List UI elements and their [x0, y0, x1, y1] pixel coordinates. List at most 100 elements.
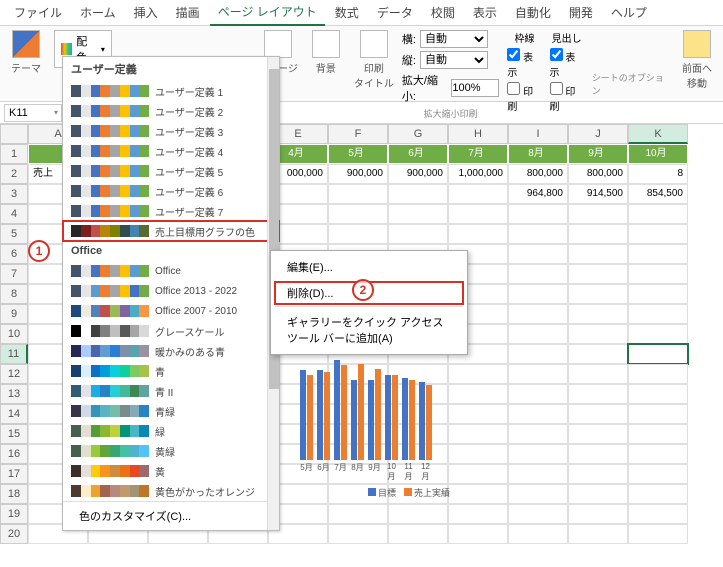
- cell[interactable]: [568, 444, 628, 464]
- background-group[interactable]: 背景: [306, 30, 346, 75]
- cell[interactable]: [568, 424, 628, 444]
- cell[interactable]: [628, 204, 688, 224]
- cell[interactable]: [568, 484, 628, 504]
- cell[interactable]: 6月: [388, 144, 448, 164]
- palette-item[interactable]: ユーザー定義 4: [63, 141, 279, 161]
- cell[interactable]: 914,500: [568, 184, 628, 204]
- cell[interactable]: [508, 284, 568, 304]
- cell[interactable]: [628, 304, 688, 324]
- embedded-chart[interactable]: 5月6月7月8月9月10月11月12月 目標売上実績: [300, 360, 526, 490]
- cell[interactable]: [568, 404, 628, 424]
- cell[interactable]: [568, 504, 628, 524]
- cell[interactable]: [508, 264, 568, 284]
- cell[interactable]: [628, 224, 688, 244]
- row-header[interactable]: 2: [0, 164, 28, 184]
- head-show-check[interactable]: 表示: [550, 48, 584, 79]
- row-header[interactable]: 8: [0, 284, 28, 304]
- select-all-corner[interactable]: [0, 124, 28, 144]
- grid-show-check[interactable]: 表示: [507, 48, 541, 79]
- cell[interactable]: [628, 484, 688, 504]
- cell[interactable]: 900,000: [328, 164, 388, 184]
- row-header[interactable]: 17: [0, 464, 28, 484]
- col-header[interactable]: H: [448, 124, 508, 144]
- print-titles-group[interactable]: 印刷 タイトル: [354, 30, 394, 90]
- palette-item[interactable]: ユーザー定義 5: [63, 161, 279, 181]
- theme-icon[interactable]: [12, 30, 40, 58]
- menu-ヘルプ[interactable]: ヘルプ: [603, 0, 655, 25]
- menu-ファイル[interactable]: ファイル: [6, 0, 70, 25]
- row-header[interactable]: 3: [0, 184, 28, 204]
- palette-item[interactable]: 黄色がかったオレンジ: [63, 481, 279, 501]
- menu-表示[interactable]: 表示: [465, 0, 505, 25]
- cell[interactable]: [628, 264, 688, 284]
- cell[interactable]: [328, 184, 388, 204]
- cell[interactable]: [568, 224, 628, 244]
- row-header[interactable]: 12: [0, 364, 28, 384]
- menu-数式[interactable]: 数式: [327, 0, 367, 25]
- palette-item[interactable]: Office 2013 - 2022: [63, 281, 279, 301]
- cell[interactable]: 1,000,000: [448, 164, 508, 184]
- row-header[interactable]: 13: [0, 384, 28, 404]
- cell[interactable]: [628, 244, 688, 264]
- palette-item[interactable]: グレースケール: [63, 321, 279, 341]
- grid-print-check[interactable]: 印刷: [507, 82, 541, 113]
- row-header[interactable]: 18: [0, 484, 28, 504]
- cell[interactable]: [508, 304, 568, 324]
- palette-item[interactable]: ユーザー定義 3: [63, 121, 279, 141]
- palette-item[interactable]: 暖かみのある青: [63, 341, 279, 361]
- cell[interactable]: 7月: [448, 144, 508, 164]
- cell[interactable]: 9月: [568, 144, 628, 164]
- cell[interactable]: [388, 504, 448, 524]
- page-width-select[interactable]: 自動: [420, 30, 488, 48]
- palette-item[interactable]: Office 2007 - 2010: [63, 301, 279, 321]
- cell[interactable]: [628, 444, 688, 464]
- cell[interactable]: [568, 364, 628, 384]
- cell[interactable]: [508, 524, 568, 544]
- row-header[interactable]: 10: [0, 324, 28, 344]
- cell[interactable]: [388, 224, 448, 244]
- cell[interactable]: [568, 244, 628, 264]
- palette-item[interactable]: Office: [63, 261, 279, 281]
- cell[interactable]: [328, 504, 388, 524]
- cell[interactable]: [508, 244, 568, 264]
- palette-item[interactable]: 青緑: [63, 401, 279, 421]
- palette-item[interactable]: ユーザー定義 6: [63, 181, 279, 201]
- menu-校閲[interactable]: 校閲: [423, 0, 463, 25]
- cell[interactable]: [628, 284, 688, 304]
- cell[interactable]: [448, 184, 508, 204]
- ctx-edit[interactable]: 編集(E)...: [271, 254, 467, 280]
- cell[interactable]: [628, 364, 688, 384]
- palette-item[interactable]: ユーザー定義 7: [63, 201, 279, 221]
- page-height-select[interactable]: 自動: [420, 51, 488, 69]
- cell[interactable]: [628, 524, 688, 544]
- cell[interactable]: [448, 224, 508, 244]
- row-header[interactable]: 5: [0, 224, 28, 244]
- palette-item[interactable]: 黄緑: [63, 441, 279, 461]
- name-box[interactable]: K11 ▾: [4, 104, 62, 122]
- row-header[interactable]: 19: [0, 504, 28, 524]
- palette-item[interactable]: 黄: [63, 461, 279, 481]
- menu-描画[interactable]: 描画: [168, 0, 208, 25]
- col-header[interactable]: J: [568, 124, 628, 144]
- cell[interactable]: [448, 204, 508, 224]
- cell[interactable]: [568, 284, 628, 304]
- cell[interactable]: [568, 264, 628, 284]
- cell[interactable]: [568, 204, 628, 224]
- cell[interactable]: 800,000: [568, 164, 628, 184]
- cell[interactable]: 10月: [628, 144, 688, 164]
- menu-ホーム[interactable]: ホーム: [72, 0, 124, 25]
- cell[interactable]: [328, 224, 388, 244]
- cell[interactable]: [628, 504, 688, 524]
- row-header[interactable]: 7: [0, 264, 28, 284]
- cell[interactable]: [388, 204, 448, 224]
- menu-挿入[interactable]: 挿入: [126, 0, 166, 25]
- cell[interactable]: [628, 464, 688, 484]
- cell[interactable]: [448, 524, 508, 544]
- cell[interactable]: 964,800: [508, 184, 568, 204]
- col-header[interactable]: K: [628, 124, 688, 144]
- head-print-check[interactable]: 印刷: [550, 82, 584, 113]
- ctx-quick-access[interactable]: ギャラリーをクイック アクセス ツール バーに追加(A): [271, 309, 467, 351]
- row-header[interactable]: 6: [0, 244, 28, 264]
- cell[interactable]: [388, 184, 448, 204]
- cell[interactable]: [568, 304, 628, 324]
